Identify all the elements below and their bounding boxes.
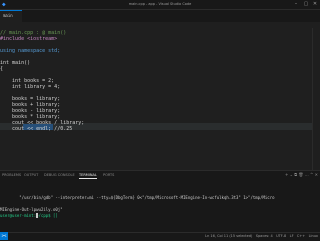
tab-output[interactable]: OUTPUT (24, 172, 38, 178)
tab-problems[interactable]: PROBLEMS (2, 172, 21, 178)
remote-indicator-icon[interactable]: >< (0, 232, 8, 240)
bottom-panel (0, 170, 320, 233)
tab-ports[interactable]: PORTS (103, 172, 114, 178)
code-line[interactable]: { (0, 66, 3, 72)
terminal-line: "/usr/bin/gdb" --interpreter=mi --tty=${… (0, 195, 275, 200)
vscode-icon: ◆ (2, 1, 6, 8)
close-button[interactable]: ✕ (311, 0, 319, 9)
code-line[interactable]: int main() (0, 60, 30, 66)
panel-actions[interactable]: + ⌄ ⧉ 🗑 … ^ ✕ (254, 172, 318, 178)
status-right[interactable]: Ln 16, Col 11 (15 selected) Spaces: 4 UT… (205, 232, 318, 240)
maximize-button[interactable]: ▢ (302, 0, 310, 9)
terminal-line: user@user-mint:~/cpp$ [] (0, 213, 58, 218)
editor-scrollbar[interactable] (312, 28, 320, 170)
editor-tab-strip (0, 10, 320, 22)
minimize-button[interactable]: – (292, 0, 300, 9)
code-line[interactable]: cout << endl; //0.25 (0, 126, 72, 132)
code-line[interactable]: int library = 4; (0, 84, 60, 90)
code-line[interactable]: #include <iostream> (0, 36, 57, 42)
tab-debug-console[interactable]: DEBUG CONSOLE (44, 172, 75, 178)
window-title: main.cpp - app - Visual Studio Code (128, 2, 192, 6)
tab-terminal[interactable]: TERMINAL (79, 172, 97, 179)
editor-tab-label[interactable]: main (3, 11, 13, 21)
terminal-cursor (36, 213, 38, 218)
code-line[interactable]: using namespace std; (0, 48, 60, 54)
